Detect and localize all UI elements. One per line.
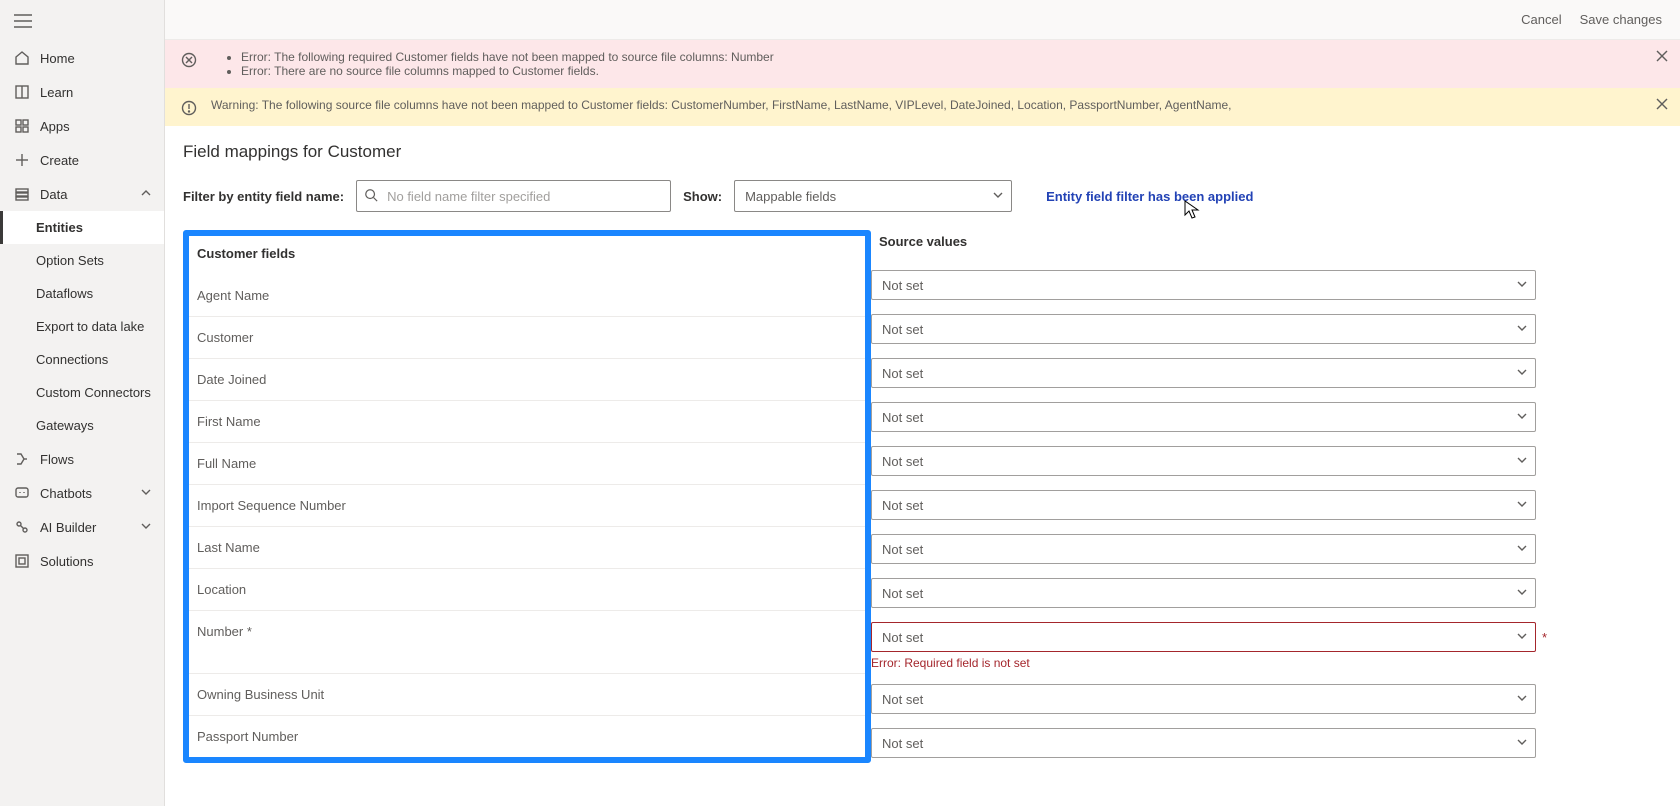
field-error-text: Error: Required field is not set xyxy=(871,656,1662,670)
nav-label: Chatbots xyxy=(40,486,92,501)
source-value-select[interactable] xyxy=(871,578,1536,608)
field-label: Full Name xyxy=(189,443,865,485)
nav-option-sets[interactable]: Option Sets xyxy=(0,244,164,277)
nav-label: Gateways xyxy=(36,418,94,433)
error-message: Error: The following required Customer f… xyxy=(241,50,774,64)
nav-flows[interactable]: Flows xyxy=(0,442,164,476)
ai-icon xyxy=(12,519,32,535)
field-label: First Name xyxy=(189,401,865,443)
field-label: Customer xyxy=(189,317,865,359)
nav-data[interactable]: Data xyxy=(0,177,164,211)
show-label: Show: xyxy=(683,189,722,204)
topbar: Cancel Save changes xyxy=(165,0,1680,40)
nav-dataflows[interactable]: Dataflows xyxy=(0,277,164,310)
error-message: Error: There are no source file columns … xyxy=(241,64,774,78)
home-icon xyxy=(12,50,32,66)
warning-message: Warning: The following source file colum… xyxy=(211,98,1232,112)
customer-fields-highlight: Customer fields Agent Name Customer Date… xyxy=(183,230,871,763)
source-value-select[interactable] xyxy=(871,684,1536,714)
hamburger-menu[interactable] xyxy=(0,8,164,41)
field-label-required: Number * xyxy=(189,611,865,674)
cancel-button[interactable]: Cancel xyxy=(1521,12,1561,27)
plus-icon xyxy=(12,152,32,168)
content: Field mappings for Customer Filter by en… xyxy=(165,126,1680,806)
nav-label: Custom Connectors xyxy=(36,385,151,400)
nav-label: Home xyxy=(40,51,75,66)
chevron-up-icon xyxy=(140,187,152,202)
nav-export-lake[interactable]: Export to data lake xyxy=(0,310,164,343)
nav-label: Apps xyxy=(40,119,70,134)
filter-applied-message: Entity field filter has been applied xyxy=(1046,189,1253,204)
error-icon xyxy=(181,52,197,68)
source-value-select[interactable] xyxy=(871,314,1536,344)
warning-icon xyxy=(181,100,197,116)
chevron-down-icon xyxy=(140,486,152,501)
field-label: Last Name xyxy=(189,527,865,569)
nav-ai-builder[interactable]: AI Builder xyxy=(0,510,164,544)
required-star: * xyxy=(1542,630,1547,645)
nav-label: Data xyxy=(40,187,67,202)
save-changes-button[interactable]: Save changes xyxy=(1580,12,1662,27)
book-icon xyxy=(12,84,32,100)
source-value-select[interactable] xyxy=(871,358,1536,388)
nav-label: Dataflows xyxy=(36,286,93,301)
nav-connections[interactable]: Connections xyxy=(0,343,164,376)
close-icon[interactable] xyxy=(1656,98,1668,113)
nav-solutions[interactable]: Solutions xyxy=(0,544,164,578)
warning-banner: Warning: The following source file colum… xyxy=(165,88,1680,126)
field-label: Location xyxy=(189,569,865,611)
source-value-select[interactable] xyxy=(871,728,1536,758)
chatbot-icon xyxy=(12,485,32,501)
field-label: Passport Number xyxy=(189,716,865,757)
error-banner: Error: The following required Customer f… xyxy=(165,40,1680,88)
nav-label: Connections xyxy=(36,352,108,367)
source-value-select-required[interactable] xyxy=(871,622,1536,652)
source-value-select[interactable] xyxy=(871,446,1536,476)
apps-icon xyxy=(12,118,32,134)
nav-label: Learn xyxy=(40,85,73,100)
nav-label: Solutions xyxy=(40,554,93,569)
source-value-select[interactable] xyxy=(871,270,1536,300)
nav-label: Option Sets xyxy=(36,253,104,268)
main: Cancel Save changes Error: The following… xyxy=(165,0,1680,806)
filter-row: Filter by entity field name: Show: Mappa… xyxy=(183,180,1662,212)
field-label: Import Sequence Number xyxy=(189,485,865,527)
search-icon xyxy=(364,188,378,202)
field-label: Owning Business Unit xyxy=(189,674,865,716)
source-value-select[interactable] xyxy=(871,402,1536,432)
close-icon[interactable] xyxy=(1656,50,1668,65)
page-title: Field mappings for Customer xyxy=(183,142,1662,162)
nav-entities[interactable]: Entities xyxy=(0,211,164,244)
source-value-select[interactable] xyxy=(871,534,1536,564)
show-select[interactable]: Mappable fields xyxy=(734,180,1012,212)
sidebar: Home Learn Apps Create Data Entities Opt… xyxy=(0,0,165,806)
filter-label: Filter by entity field name: xyxy=(183,189,344,204)
nav-chatbots[interactable]: Chatbots xyxy=(0,476,164,510)
nav-label: Export to data lake xyxy=(36,319,144,334)
column-header-left: Customer fields xyxy=(189,236,865,275)
nav-label: Flows xyxy=(40,452,74,467)
column-header-right: Source values xyxy=(871,230,1662,263)
solutions-icon xyxy=(12,553,32,569)
mapping-table: Customer fields Agent Name Customer Date… xyxy=(183,230,1662,765)
flow-icon xyxy=(12,451,32,467)
nav-create[interactable]: Create xyxy=(0,143,164,177)
data-icon xyxy=(12,186,32,202)
filter-input[interactable] xyxy=(356,180,671,212)
nav-label: Entities xyxy=(36,220,83,235)
field-label: Date Joined xyxy=(189,359,865,401)
nav-gateways[interactable]: Gateways xyxy=(0,409,164,442)
nav-label: Create xyxy=(40,153,79,168)
nav-home[interactable]: Home xyxy=(0,41,164,75)
nav-learn[interactable]: Learn xyxy=(0,75,164,109)
chevron-down-icon xyxy=(140,520,152,535)
source-value-select[interactable] xyxy=(871,490,1536,520)
nav-label: AI Builder xyxy=(40,520,96,535)
nav-custom-connectors[interactable]: Custom Connectors xyxy=(0,376,164,409)
field-label: Agent Name xyxy=(189,275,865,317)
nav-apps[interactable]: Apps xyxy=(0,109,164,143)
